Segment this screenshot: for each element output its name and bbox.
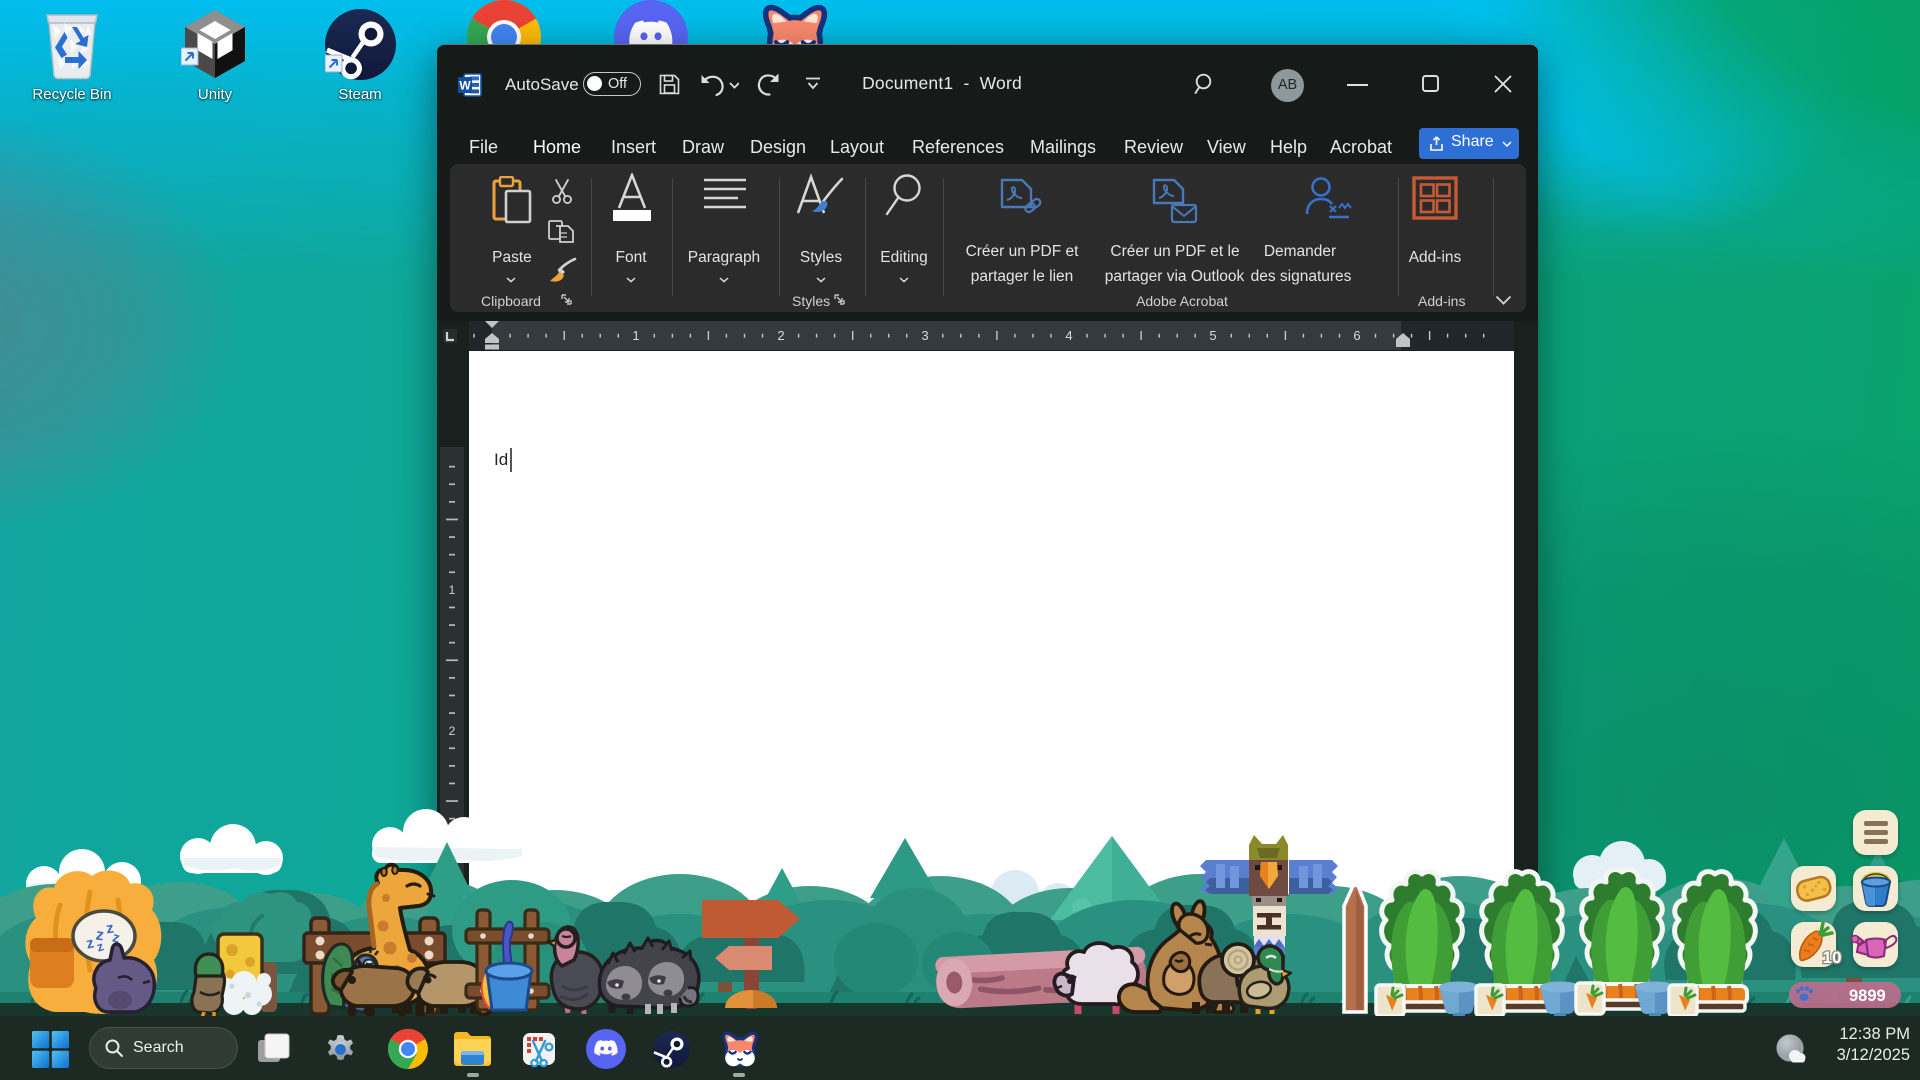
svg-text:3: 3 — [921, 328, 928, 343]
svg-text:1: 1 — [632, 328, 639, 343]
svg-text:4: 4 — [1065, 328, 1072, 343]
svg-text:10: 10 — [1823, 948, 1842, 967]
svg-text:5: 5 — [1209, 328, 1216, 343]
svg-text:6: 6 — [1353, 328, 1360, 343]
svg-text:1: 1 — [449, 583, 456, 597]
svg-text:2: 2 — [777, 328, 784, 343]
svg-text:2: 2 — [449, 724, 456, 738]
svg-text:9899: 9899 — [1849, 987, 1886, 1005]
